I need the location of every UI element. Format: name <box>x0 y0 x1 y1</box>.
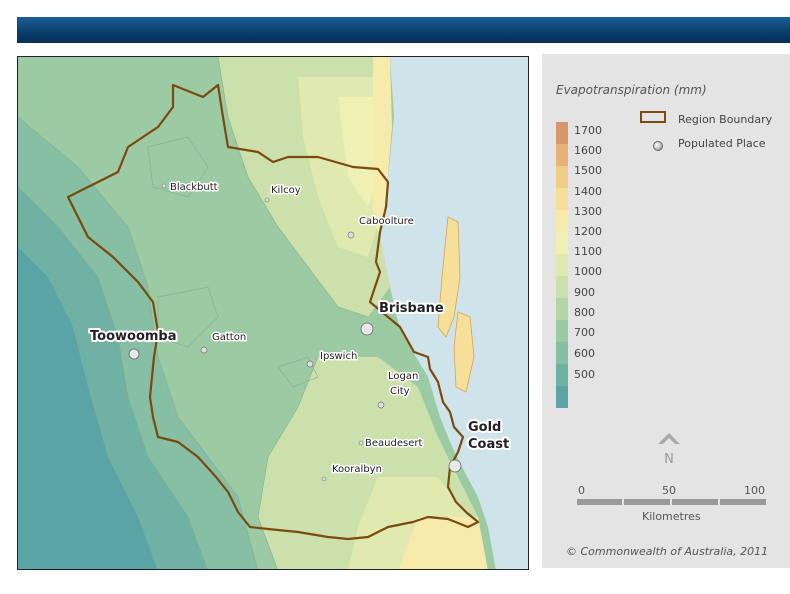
scale-segment-1300 <box>556 210 568 232</box>
scale-label-1500: 1500 <box>574 164 602 177</box>
place-label-gatton: Gatton <box>212 332 246 343</box>
scale-segment-1200 <box>556 232 568 254</box>
scale-label-900: 900 <box>574 286 595 299</box>
scale-segment-800 <box>556 320 568 342</box>
place-label-beaudesert: Beaudesert <box>365 438 422 449</box>
scale-label-100: 100 <box>744 484 765 497</box>
scale-segment-900 <box>556 298 568 320</box>
scale-label-700: 700 <box>574 326 595 339</box>
color-scale <box>556 122 568 408</box>
legend-panel: Evapotranspiration (mm) 1700 1600 1500 1… <box>542 54 790 568</box>
place-label-city: City <box>390 386 410 397</box>
populated-place-label: Populated Place <box>678 137 766 150</box>
scale-segment-700 <box>556 342 568 364</box>
scale-segment-1700 <box>556 122 568 144</box>
place-label-toowoomba: Toowoomba <box>90 329 177 344</box>
north-arrow: N <box>656 430 682 467</box>
place-label-caboolture: Caboolture <box>359 216 414 227</box>
scale-bar-segment-1 <box>577 499 622 505</box>
region-boundary-label: Region Boundary <box>678 113 773 126</box>
scale-label-1200: 1200 <box>574 225 602 238</box>
scale-label-1000: 1000 <box>574 265 602 278</box>
map-canvas: Blackbutt Kilcoy Caboolture Brisbane Too… <box>18 57 528 569</box>
scale-bar-segment-2 <box>624 499 670 505</box>
place-label-logan: Logan <box>388 371 418 382</box>
scale-label-1600: 1600 <box>574 144 602 157</box>
scale-label-1300: 1300 <box>574 205 602 218</box>
legend-title: Evapotranspiration (mm) <box>556 83 707 97</box>
scale-segment-1400 <box>556 188 568 210</box>
place-label-brisbane: Brisbane <box>379 301 444 316</box>
scale-segment-1500 <box>556 166 568 188</box>
place-label-kooralbyn: Kooralbyn <box>332 464 382 475</box>
scale-segment-600 <box>556 364 568 386</box>
map-view[interactable]: Blackbutt Kilcoy Caboolture Brisbane Too… <box>17 56 529 570</box>
north-label: N <box>664 452 674 467</box>
scale-label-50: 50 <box>662 484 676 497</box>
scale-bar-segment-4 <box>720 499 766 505</box>
scale-segment-1600 <box>556 144 568 166</box>
place-label-kilcoy: Kilcoy <box>271 185 301 196</box>
north-arrow-icon <box>658 433 680 444</box>
scale-label-500: 500 <box>574 368 595 381</box>
place-label-blackbutt: Blackbutt <box>170 182 218 193</box>
scale-segment-1100 <box>556 254 568 276</box>
place-label-ipswich: Ipswich <box>320 351 357 362</box>
region-boundary-swatch <box>640 111 666 123</box>
scale-segment-1000 <box>556 276 568 298</box>
scale-label-800: 800 <box>574 306 595 319</box>
scale-unit: Kilometres <box>642 510 701 523</box>
place-label-gold: Gold <box>468 420 501 435</box>
scale-bar-segment-3 <box>672 499 718 505</box>
scale-segment-500 <box>556 386 568 408</box>
copyright-notice: © Commonwealth of Australia, 2011 <box>566 545 769 558</box>
scale-label-1400: 1400 <box>574 185 602 198</box>
place-label-coast: Coast <box>468 437 509 452</box>
scale-label-1100: 1100 <box>574 245 602 258</box>
header-banner <box>17 17 790 43</box>
scale-label-1700: 1700 <box>574 124 602 137</box>
scale-label-600: 600 <box>574 347 595 360</box>
scale-label-0: 0 <box>578 484 585 497</box>
populated-place-swatch <box>653 141 663 151</box>
